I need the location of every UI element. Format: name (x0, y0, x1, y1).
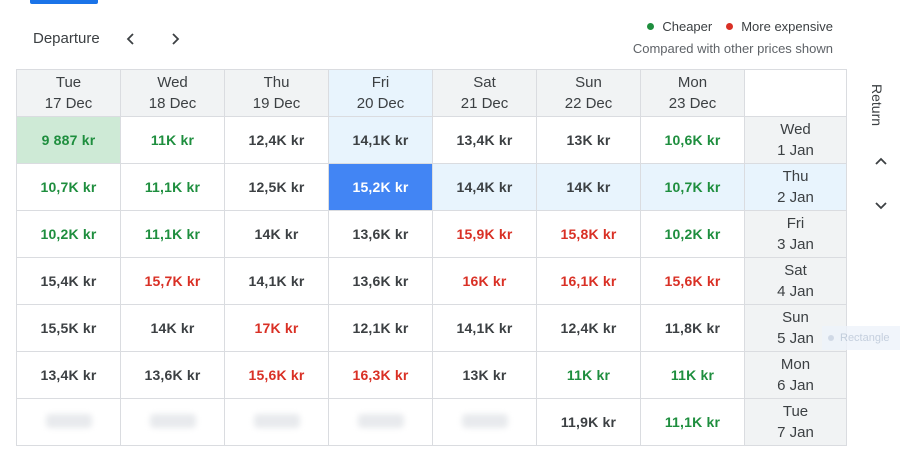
row-header-selected: Thu 2 Jan (744, 163, 847, 211)
loading-placeholder (45, 413, 92, 428)
price-cell[interactable]: 10,7K kr (640, 163, 745, 211)
price-cell[interactable]: 12,5K kr (224, 163, 329, 211)
departure-prev-button[interactable] (118, 26, 144, 52)
legend-cheaper: Cheaper (662, 19, 713, 34)
price-cell[interactable]: 13K kr (432, 351, 537, 399)
loading-placeholder (253, 413, 300, 428)
price-cell[interactable]: 11,8K kr (640, 304, 745, 352)
row-header: Sat 4 Jan (744, 257, 847, 305)
return-next-button[interactable] (869, 193, 893, 217)
price-cell[interactable]: 12,4K kr (224, 116, 329, 164)
price-cell[interactable]: 16,3K kr (328, 351, 433, 399)
price-cell[interactable]: 11K kr (536, 351, 641, 399)
price-cell[interactable]: 14,1K kr (224, 257, 329, 305)
loading-placeholder (149, 413, 196, 428)
price-cell[interactable]: 16K kr (432, 257, 537, 305)
column-header: Wed 18 Dec (120, 69, 225, 117)
price-cell-loading (16, 398, 121, 446)
price-cell[interactable]: 11K kr (640, 351, 745, 399)
price-cell[interactable]: 14K kr (536, 163, 641, 211)
price-cell[interactable]: 12,4K kr (536, 304, 641, 352)
chevron-left-icon (126, 33, 134, 45)
price-cell[interactable]: 15,4K kr (16, 257, 121, 305)
table-row: 15,5K kr 14K kr 17K kr 12,1K kr 14,1K kr… (16, 304, 847, 352)
row-header: Wed 1 Jan (744, 116, 847, 164)
price-cell[interactable]: 10,2K kr (16, 210, 121, 258)
price-legend: Cheaper More expensive (639, 19, 833, 34)
price-cell[interactable]: 16,1K kr (536, 257, 641, 305)
price-cell[interactable]: 14,4K kr (432, 163, 537, 211)
chevron-up-icon (875, 157, 887, 165)
row-header: Mon 6 Jan (744, 351, 847, 399)
price-cell[interactable]: 10,7K kr (16, 163, 121, 211)
ghost-dot-icon (828, 335, 834, 341)
grid-corner (744, 69, 847, 117)
row-header: Fri 3 Jan (744, 210, 847, 258)
price-cell[interactable]: 9 887 kr (16, 116, 121, 164)
price-cell[interactable]: 14K kr (120, 304, 225, 352)
table-row: 10,2K kr 11,1K kr 14K kr 13,6K kr 15,9K … (16, 210, 847, 258)
price-cell[interactable]: 15,5K kr (16, 304, 121, 352)
row-header: Tue 7 Jan (744, 398, 847, 446)
price-cell-loading (120, 398, 225, 446)
price-cell[interactable]: 15,6K kr (640, 257, 745, 305)
price-cell[interactable]: 11,1K kr (120, 210, 225, 258)
drag-ghost-tooltip: Rectangle (822, 326, 900, 350)
ghost-label: Rectangle (840, 332, 890, 344)
expensive-dot-icon (726, 23, 734, 30)
price-cell[interactable]: 12,1K kr (328, 304, 433, 352)
price-cell[interactable]: 17K kr (224, 304, 329, 352)
departure-next-button[interactable] (162, 26, 188, 52)
column-header: Tue 17 Dec (16, 69, 121, 117)
return-prev-button[interactable] (869, 150, 893, 174)
price-cell[interactable]: 13,4K kr (16, 351, 121, 399)
chevron-down-icon (875, 202, 887, 210)
price-cell[interactable]: 13,6K kr (120, 351, 225, 399)
chevron-right-icon (172, 33, 180, 45)
price-cell[interactable]: 10,2K kr (640, 210, 745, 258)
column-header: Sat 21 Dec (432, 69, 537, 117)
price-cell[interactable]: 15,8K kr (536, 210, 641, 258)
price-cell[interactable]: 11,1K kr (120, 163, 225, 211)
price-cell[interactable]: 11,9K kr (536, 398, 641, 446)
price-cell[interactable]: 13,4K kr (432, 116, 537, 164)
column-header: Sun 22 Dec (536, 69, 641, 117)
column-header: Thu 19 Dec (224, 69, 329, 117)
price-grid: Tue 17 Dec Wed 18 Dec Thu 19 Dec Fri 20 Dec … (16, 69, 847, 446)
departure-label: Departure (33, 30, 100, 47)
price-cell[interactable]: 13,6K kr (328, 257, 433, 305)
column-header-selected: Fri 20 Dec (328, 69, 433, 117)
price-cell[interactable]: 11K kr (120, 116, 225, 164)
legend-more-expensive: More expensive (741, 19, 833, 34)
table-row: 11,9K kr 11,1K kr Tue 7 Jan (16, 398, 847, 446)
price-cell-loading (224, 398, 329, 446)
price-cell[interactable]: 14K kr (224, 210, 329, 258)
cheaper-dot-icon (647, 23, 655, 30)
price-cell[interactable]: 15,9K kr (432, 210, 537, 258)
active-tab-indicator (30, 0, 98, 4)
return-label: Return (869, 84, 885, 127)
loading-placeholder (461, 413, 508, 428)
price-cell[interactable]: 14,1K kr (328, 116, 433, 164)
price-cell-selected[interactable]: 15,2K kr (328, 163, 433, 211)
price-cell[interactable]: 15,7K kr (120, 257, 225, 305)
price-cell-loading (432, 398, 537, 446)
price-cell[interactable]: 13K kr (536, 116, 641, 164)
loading-placeholder (357, 413, 404, 428)
table-row: 10,7K kr 11,1K kr 12,5K kr 15,2K kr 14,4… (16, 163, 847, 211)
table-row: 15,4K kr 15,7K kr 14,1K kr 13,6K kr 16K … (16, 257, 847, 305)
price-cell[interactable]: 13,6K kr (328, 210, 433, 258)
legend-note: Compared with other prices shown (632, 41, 833, 56)
price-cell-loading (328, 398, 433, 446)
table-row: 9 887 kr 11K kr 12,4K kr 14,1K kr 13,4K … (16, 116, 847, 164)
price-cell[interactable]: 15,6K kr (224, 351, 329, 399)
price-cell[interactable]: 14,1K kr (432, 304, 537, 352)
price-cell[interactable]: 11,1K kr (640, 398, 745, 446)
column-header: Mon 23 Dec (640, 69, 745, 117)
price-cell[interactable]: 10,6K kr (640, 116, 745, 164)
table-row: 13,4K kr 13,6K kr 15,6K kr 16,3K kr 13K … (16, 351, 847, 399)
